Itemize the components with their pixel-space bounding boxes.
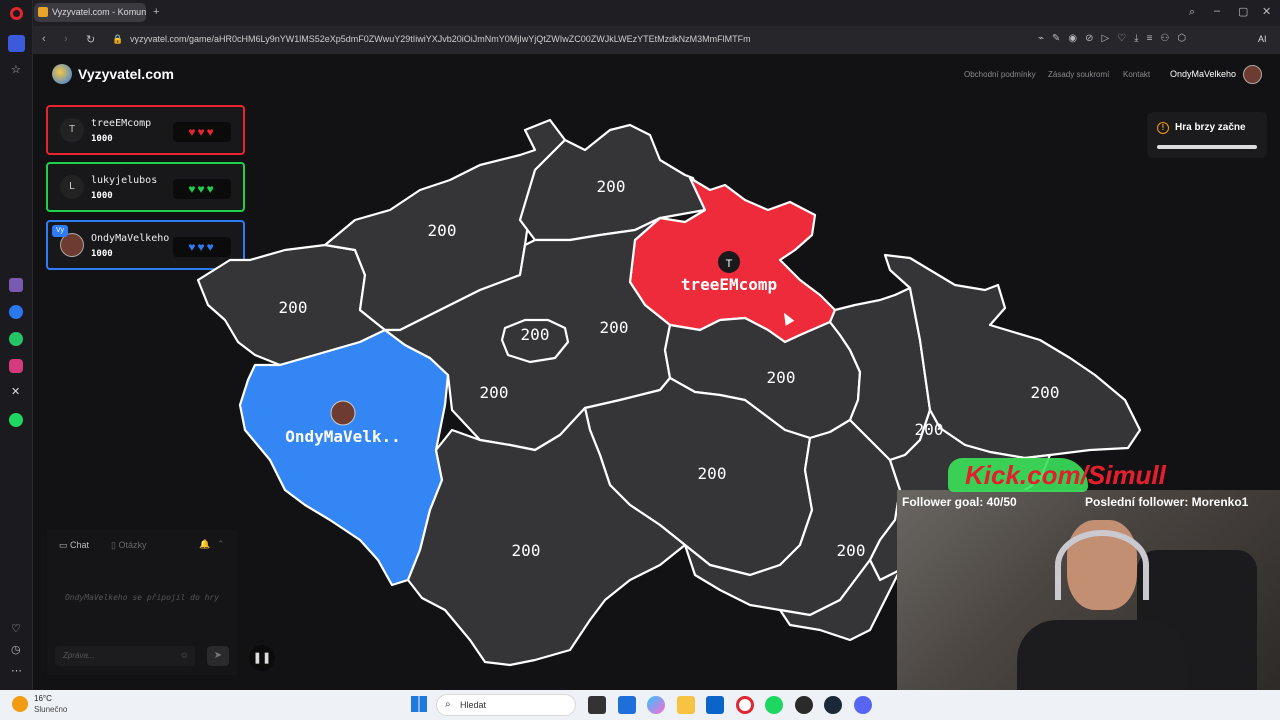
region-owner-name: OndyMaVelk.. xyxy=(285,427,401,446)
status-progress-bar xyxy=(1157,145,1257,149)
region-value: 200 xyxy=(428,221,457,240)
you-badge: Vy xyxy=(52,225,68,237)
questions-tab[interactable]: ▯ Otázky xyxy=(111,540,146,551)
instagram-icon[interactable] xyxy=(9,359,23,373)
opera-taskbar-icon[interactable] xyxy=(736,696,754,714)
player-initial: T xyxy=(60,118,84,142)
pause-button[interactable]: ❚❚ xyxy=(249,645,275,671)
forward-icon[interactable]: › xyxy=(64,33,68,45)
windows-start-icon[interactable] xyxy=(411,696,427,712)
player-initial: L xyxy=(60,175,84,199)
region-value: 200 xyxy=(512,541,541,560)
reload-icon[interactable]: ↻ xyxy=(86,33,95,46)
region-value: 200 xyxy=(837,541,866,560)
ai-button[interactable]: AI xyxy=(1258,34,1267,44)
url-field[interactable]: vyzyvatel.com/game/aHR0cHM6Ly9nYW1lMS52e… xyxy=(130,34,751,44)
minimize-icon[interactable]: – xyxy=(1214,5,1220,17)
bookmark-icon[interactable]: ☆ xyxy=(11,63,21,76)
taskbar-search-text: Hledat xyxy=(460,700,487,710)
steam-icon[interactable] xyxy=(824,696,842,714)
region-value: 200 xyxy=(698,464,727,483)
discord-icon[interactable] xyxy=(854,696,872,714)
nav-terms-link[interactable]: Obchodní podmínky xyxy=(964,70,1036,79)
chat-tab[interactable]: ▭ Chat xyxy=(59,540,89,551)
spotify-taskbar-icon[interactable] xyxy=(765,696,783,714)
kick-banner-text: Kick.com/Simull xyxy=(965,460,1166,490)
region-value: 200 xyxy=(767,368,796,387)
messenger-icon[interactable] xyxy=(9,305,23,319)
player-name: OndyMaVelkeho xyxy=(91,233,170,244)
browser-sidebar: ☆ ✕ ♡ ◷ ⋯ xyxy=(0,0,33,690)
collapse-icon[interactable]: ⌃ xyxy=(217,539,225,550)
file-explorer-icon[interactable] xyxy=(677,696,695,714)
user-name[interactable]: OndyMaVelkeho xyxy=(1170,69,1236,79)
site-logo-icon[interactable] xyxy=(52,64,72,84)
home-icon[interactable] xyxy=(8,35,25,52)
weather-text: Slunečno xyxy=(34,705,68,714)
browser-tabbar xyxy=(0,0,1280,26)
last-follower: Poslední follower: Morenko1 xyxy=(1085,495,1249,509)
store-icon[interactable] xyxy=(618,696,636,714)
chat-input[interactable]: Zpráva... ☺ xyxy=(55,646,195,666)
webcam-overlay xyxy=(897,490,1280,720)
task-view-icon[interactable] xyxy=(588,696,606,714)
heart-icon[interactable]: ♡ xyxy=(11,622,21,635)
player-name: treeEMcomp xyxy=(91,118,152,129)
whatsapp-icon[interactable] xyxy=(9,332,23,346)
opera-logo-icon[interactable] xyxy=(10,7,23,20)
back-icon[interactable]: ‹ xyxy=(42,33,46,45)
headphones-shape xyxy=(1055,530,1149,600)
site-logo[interactable]: Vyzyvatel.com xyxy=(78,66,174,82)
search-tabs-icon[interactable]: ⌕ xyxy=(1189,6,1195,19)
region-value: 200 xyxy=(1031,383,1060,402)
spotify-icon[interactable] xyxy=(9,413,23,427)
region-value: 200 xyxy=(480,383,509,402)
maximize-icon[interactable]: ▢ xyxy=(1238,5,1248,18)
region-value: 200 xyxy=(521,325,550,344)
new-tab-icon[interactable]: + xyxy=(153,6,159,18)
toolbar-icons[interactable]: ⌁✎◉⊘▷♡⤓≡⚇⬡ xyxy=(1038,33,1194,44)
copilot-icon[interactable] xyxy=(647,696,665,714)
questions-tab-label: Otázky xyxy=(118,540,147,550)
obs-icon[interactable] xyxy=(795,696,813,714)
mail-icon[interactable] xyxy=(9,278,23,292)
lock-icon: 🔒 xyxy=(112,34,124,44)
windows-taskbar xyxy=(0,690,1280,720)
bell-icon[interactable]: 🔔 xyxy=(199,539,210,550)
search-icon: ⌕ xyxy=(445,699,451,710)
chat-system-message: OndyMaVelkeho se připojil do hry xyxy=(64,593,220,602)
region-plzensky[interactable] xyxy=(238,328,450,587)
region-owner-initial: T xyxy=(726,258,733,270)
chat-input-placeholder: Zpráva... xyxy=(63,651,95,660)
follower-goal: Follower goal: 40/50 xyxy=(902,495,1017,509)
region-owner-avatar xyxy=(330,400,356,426)
player-name: lukyjelubos xyxy=(91,175,158,186)
weather-icon[interactable] xyxy=(12,696,28,712)
weather-temp: 16°C xyxy=(34,694,52,703)
chat-panel: ▭ Chat ▯ Otázky 🔔 ⌃ OndyMaVelkeho se při… xyxy=(47,530,237,675)
player-score: 1000 xyxy=(91,191,113,201)
tab-favicon-icon xyxy=(38,7,48,17)
send-button[interactable]: ➤ xyxy=(207,646,229,666)
x-icon[interactable]: ✕ xyxy=(11,385,20,398)
history-icon[interactable]: ◷ xyxy=(11,643,21,656)
close-window-icon[interactable]: ✕ xyxy=(1262,5,1271,18)
nav-contact-link[interactable]: Kontakt xyxy=(1123,70,1150,79)
emoji-icon[interactable]: ☺ xyxy=(180,650,189,660)
outlook-icon[interactable] xyxy=(706,696,724,714)
region-value: 200 xyxy=(915,420,944,439)
region-owner-name: treeEMcomp xyxy=(681,275,777,294)
region-value: 200 xyxy=(597,177,626,196)
more-icon[interactable]: ⋯ xyxy=(11,664,22,677)
user-avatar[interactable] xyxy=(1243,65,1262,84)
chat-tab-label: Chat xyxy=(70,540,90,550)
browser-tab[interactable]: Vyzyvatel.com - Komunit xyxy=(34,3,146,22)
player-score: 1000 xyxy=(91,134,113,144)
game-status-text: Hra brzy začne xyxy=(1175,122,1246,133)
player-score: 1000 xyxy=(91,249,113,259)
taskbar-search[interactable]: ⌕ Hledat xyxy=(436,694,576,716)
region-value: 200 xyxy=(279,298,308,317)
nav-privacy-link[interactable]: Zásady soukromí xyxy=(1048,70,1109,79)
region-value: 200 xyxy=(600,318,629,337)
